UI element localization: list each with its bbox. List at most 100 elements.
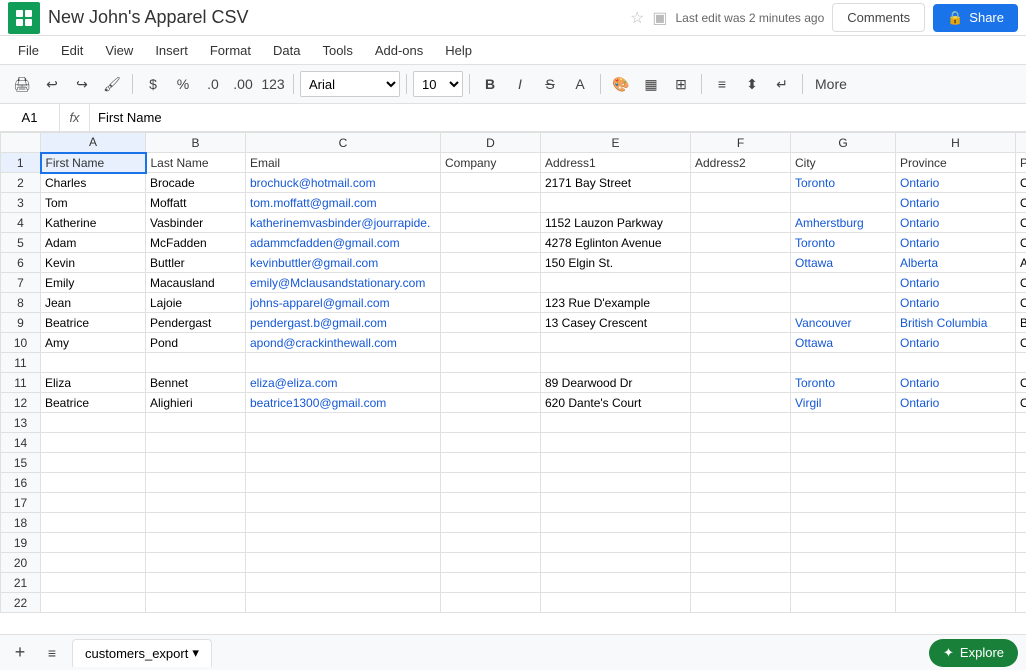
cell[interactable] (1016, 353, 1026, 373)
cell[interactable] (791, 193, 896, 213)
menu-help[interactable]: Help (435, 41, 482, 60)
text-color-button[interactable]: A (566, 70, 594, 98)
cell[interactable]: Jean (41, 293, 146, 313)
cell[interactable]: emily@Mclausandstationary.com (246, 273, 441, 293)
cell[interactable]: ON (1016, 373, 1026, 393)
cell[interactable]: ON (1016, 333, 1026, 353)
cell[interactable] (691, 273, 791, 293)
fill-color-button[interactable]: 🎨 (607, 70, 635, 98)
cell[interactable] (441, 553, 541, 573)
percent-button[interactable]: % (169, 70, 197, 98)
cell[interactable] (691, 453, 791, 473)
folder-icon[interactable]: ▣ (652, 8, 667, 28)
row-header[interactable]: 3 (1, 193, 41, 213)
cell[interactable] (246, 473, 441, 493)
cell[interactable] (896, 553, 1016, 573)
cell[interactable] (541, 473, 691, 493)
cell[interactable] (691, 373, 791, 393)
cell[interactable] (441, 453, 541, 473)
row-header[interactable]: 18 (1, 513, 41, 533)
cell[interactable] (1016, 593, 1026, 613)
cell[interactable]: Amherstburg (791, 213, 896, 233)
row-header[interactable]: 9 (1, 313, 41, 333)
cell[interactable] (896, 473, 1016, 493)
cell[interactable] (441, 293, 541, 313)
cell[interactable] (1016, 473, 1026, 493)
cell[interactable]: Ontario (896, 233, 1016, 253)
cell[interactable] (441, 513, 541, 533)
cell[interactable] (246, 553, 441, 573)
cell[interactable] (541, 533, 691, 553)
cell[interactable] (441, 593, 541, 613)
row-header[interactable]: 10 (1, 333, 41, 353)
cell[interactable] (691, 553, 791, 573)
cell[interactable] (691, 173, 791, 193)
cell[interactable] (896, 533, 1016, 553)
cell[interactable]: Ontario (896, 293, 1016, 313)
cell-reference[interactable]: A1 (0, 104, 60, 131)
cell[interactable] (691, 473, 791, 493)
row-header[interactable]: 12 (1, 393, 41, 413)
add-sheet-button[interactable]: + (8, 641, 32, 665)
row-header[interactable]: 1 (1, 153, 41, 173)
font-selector[interactable]: Arial (300, 71, 400, 97)
cell[interactable] (541, 433, 691, 453)
cell[interactable] (146, 353, 246, 373)
cell[interactable] (691, 413, 791, 433)
cell[interactable] (146, 473, 246, 493)
cell[interactable] (441, 393, 541, 413)
cell[interactable] (691, 533, 791, 553)
undo-button[interactable]: ↩ (38, 70, 66, 98)
cell[interactable]: Bennet (146, 373, 246, 393)
cell[interactable] (541, 273, 691, 293)
more-button[interactable]: More (809, 70, 853, 98)
cell[interactable] (541, 553, 691, 573)
col-header-b[interactable]: B (146, 133, 246, 153)
cell[interactable] (541, 513, 691, 533)
cell[interactable] (791, 533, 896, 553)
increase-decimal-button[interactable]: .00 (229, 70, 257, 98)
cell[interactable]: Email (246, 153, 441, 173)
formula-input[interactable] (90, 104, 1026, 131)
col-header-a[interactable]: A (41, 133, 146, 153)
cell[interactable]: Toronto (791, 373, 896, 393)
cell[interactable]: Alberta (896, 253, 1016, 273)
cell[interactable]: ON (1016, 293, 1026, 313)
share-button[interactable]: 🔒 Share (933, 4, 1018, 32)
cell[interactable] (146, 593, 246, 613)
cell[interactable] (691, 433, 791, 453)
cell[interactable]: adammcfadden@gmail.com (246, 233, 441, 253)
cell[interactable]: ON (1016, 193, 1026, 213)
format-number-button[interactable]: 123 (259, 70, 287, 98)
cell[interactable]: Ontario (896, 273, 1016, 293)
cell[interactable] (691, 393, 791, 413)
cell[interactable] (791, 473, 896, 493)
cell[interactable]: 2171 Bay Street (541, 173, 691, 193)
cell[interactable] (791, 573, 896, 593)
sheet-tab-dropdown[interactable]: ▾ (192, 645, 199, 661)
sheets-menu-button[interactable]: ≡ (40, 641, 64, 665)
cell[interactable] (1016, 413, 1026, 433)
cell[interactable] (441, 253, 541, 273)
cell[interactable] (691, 573, 791, 593)
cell[interactable]: Virgil (791, 393, 896, 413)
cell[interactable] (246, 513, 441, 533)
cell[interactable]: Ottawa (791, 333, 896, 353)
menu-data[interactable]: Data (263, 41, 310, 60)
strikethrough-button[interactable]: S (536, 70, 564, 98)
cell[interactable]: ON (1016, 173, 1026, 193)
cell[interactable]: apond@crackinthewall.com (246, 333, 441, 353)
cell[interactable]: 13 Casey Crescent (541, 313, 691, 333)
cell[interactable] (791, 553, 896, 573)
cell[interactable] (541, 413, 691, 433)
cell[interactable] (1016, 453, 1026, 473)
cell[interactable]: Amy (41, 333, 146, 353)
row-header[interactable]: 15 (1, 453, 41, 473)
cell[interactable]: Moffatt (146, 193, 246, 213)
cell[interactable]: Brocade (146, 173, 246, 193)
cell[interactable] (246, 453, 441, 473)
cell[interactable] (246, 433, 441, 453)
cell[interactable] (791, 493, 896, 513)
merge-button[interactable]: ⊞ (667, 70, 695, 98)
bold-button[interactable]: B (476, 70, 504, 98)
